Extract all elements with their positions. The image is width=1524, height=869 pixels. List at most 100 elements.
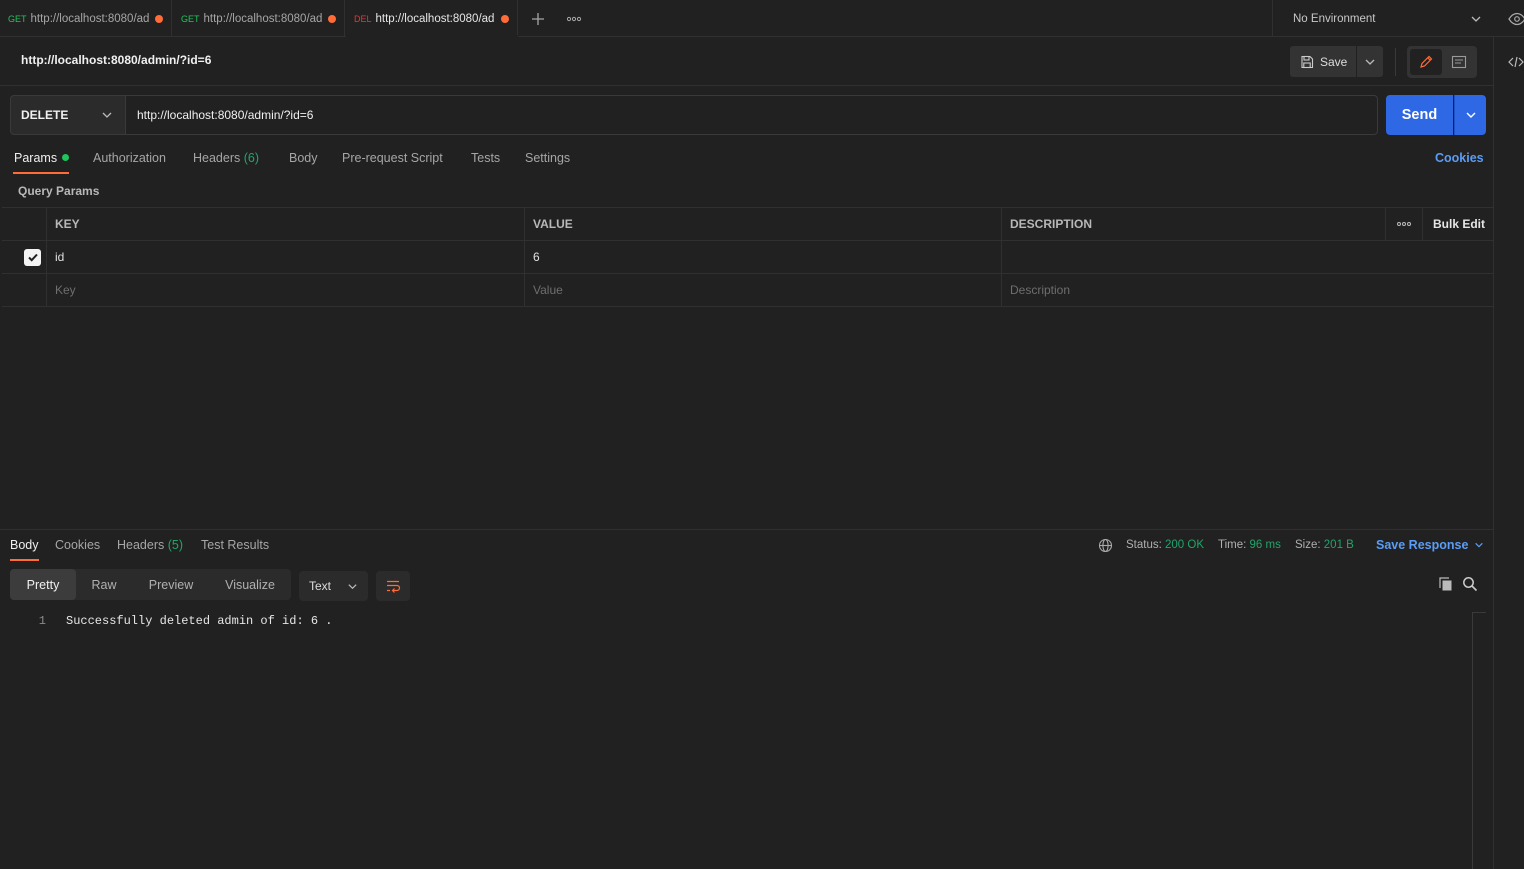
unsaved-dot	[154, 14, 163, 23]
param-value-placeholder[interactable]: Value	[525, 274, 1003, 306]
table-row-new: Key Value Description	[2, 274, 1493, 307]
edit-mode-pencil-icon[interactable]	[1410, 49, 1442, 75]
cookies-link[interactable]: Cookies	[1435, 151, 1484, 165]
param-value-cell[interactable]: 6	[525, 241, 1003, 273]
response-tab-cookies[interactable]: Cookies	[55, 538, 100, 552]
size-value: 201 B	[1323, 539, 1354, 551]
column-header-description: DESCRIPTION	[1010, 217, 1093, 231]
view-pretty-button[interactable]: Pretty	[10, 569, 76, 600]
param-description-cell[interactable]	[1002, 241, 1493, 273]
unsaved-dot	[501, 14, 509, 23]
query-params-table: KEY VALUE DESCRIPTION Bulk Edit id 6 Key…	[2, 207, 1493, 307]
tab-title: http://localhost:8080/admin/	[30, 12, 149, 25]
status-value: 200 OK	[1165, 539, 1205, 551]
tab-title: http://localhost:8080/admin/	[375, 12, 495, 25]
response-pane-divider[interactable]	[0, 529, 1493, 530]
query-params-title: Query Params	[18, 184, 100, 198]
time-value: 96 ms	[1249, 539, 1281, 551]
environment-label: No Environment	[1293, 12, 1376, 25]
line-number: 1	[38, 614, 46, 628]
param-enabled-checkbox[interactable]	[22, 241, 46, 273]
save-button[interactable]: Save	[1290, 46, 1356, 77]
column-header-value: VALUE	[533, 217, 573, 231]
view-raw-button[interactable]: Raw	[78, 569, 130, 600]
column-header-key: KEY	[55, 217, 80, 231]
save-options-dropdown[interactable]	[1357, 46, 1383, 77]
response-tab-headers[interactable]: Headers (5)	[117, 538, 183, 552]
checkmark-icon	[24, 248, 41, 266]
save-response-label: Save Response	[1376, 538, 1469, 552]
tab-authorization[interactable]: Authorization	[93, 151, 166, 175]
globe-icon[interactable]	[1098, 538, 1113, 553]
request-tab-3-active[interactable]: DEL http://localhost:8080/admin/	[346, 0, 518, 37]
more-options-icon[interactable]	[1386, 208, 1423, 240]
param-key-cell[interactable]: id	[47, 241, 525, 273]
tab-tests[interactable]: Tests	[471, 151, 500, 175]
tab-title: http://localhost:8080/admin/	[203, 12, 322, 25]
divider	[0, 85, 1493, 86]
tab-settings[interactable]: Settings	[525, 151, 570, 175]
environment-selector[interactable]: No Environment	[1272, 0, 1494, 37]
new-tab-plus-icon[interactable]	[529, 10, 547, 28]
tab-method: GET	[181, 13, 200, 24]
chevron-down-icon	[1474, 540, 1484, 550]
request-name[interactable]: http://localhost:8080/admin/?id=6	[21, 53, 211, 67]
response-tab-body[interactable]: Body	[10, 538, 39, 552]
response-headers-count: (5)	[167, 538, 184, 552]
param-description-placeholder[interactable]: Description	[1002, 274, 1493, 306]
response-headers-label: Headers	[117, 538, 165, 552]
response-body-text[interactable]: Successfully deleted admin of id: 6 .	[66, 614, 332, 628]
tab-body[interactable]: Body	[289, 151, 318, 175]
code-snippet-icon[interactable]	[1508, 54, 1524, 70]
wrap-lines-icon[interactable]	[376, 571, 410, 601]
request-tab-2[interactable]: GET http://localhost:8080/admin/	[173, 0, 345, 37]
copy-icon[interactable]	[1438, 576, 1454, 592]
tab-headers[interactable]: Headers (6)	[193, 151, 259, 175]
chevron-down-icon	[1465, 109, 1477, 121]
unsaved-dot	[327, 14, 336, 23]
divider	[1395, 48, 1396, 76]
tab-params-label: Params	[14, 151, 58, 165]
active-tab-underline	[10, 559, 39, 561]
params-active-dot	[62, 154, 70, 161]
send-button[interactable]: Send	[1386, 95, 1453, 135]
response-status[interactable]: Status: 200 OK	[1126, 539, 1204, 551]
response-format-select[interactable]: Text	[299, 571, 368, 601]
view-visualize-button[interactable]: Visualize	[212, 569, 288, 600]
save-response-button[interactable]: Save Response	[1376, 538, 1484, 552]
status-label: Status:	[1126, 539, 1162, 551]
view-preview-button[interactable]: Preview	[136, 569, 206, 600]
bulk-edit-button[interactable]: Bulk Edit	[1423, 208, 1493, 240]
response-scrollbar[interactable]	[1472, 612, 1486, 869]
environment-quick-look-eye-icon[interactable]	[1508, 10, 1524, 28]
save-label: Save	[1320, 54, 1348, 69]
url-input[interactable]	[125, 95, 1378, 135]
param-key-placeholder[interactable]: Key	[47, 274, 525, 306]
chevron-down-icon	[1470, 13, 1482, 25]
format-label: Text	[309, 579, 332, 593]
response-time[interactable]: Time: 96 ms	[1218, 539, 1281, 551]
size-label: Size:	[1295, 539, 1321, 551]
send-options-dropdown[interactable]	[1454, 95, 1486, 135]
save-disk-icon	[1300, 55, 1314, 69]
tab-headers-label: Headers	[193, 151, 241, 165]
active-tab-marker	[346, 35, 518, 37]
table-header-row: KEY VALUE DESCRIPTION Bulk Edit	[2, 208, 1493, 241]
response-tab-test-results[interactable]: Test Results	[201, 538, 269, 552]
chevron-down-icon	[1364, 56, 1376, 68]
documentation-mode-icon[interactable]	[1444, 49, 1474, 75]
chevron-down-icon	[347, 581, 358, 592]
headers-count: (6)	[243, 151, 260, 165]
active-tab-underline	[13, 172, 69, 174]
search-icon[interactable]	[1462, 576, 1478, 592]
time-label: Time:	[1218, 539, 1247, 551]
more-tabs-icon[interactable]	[565, 10, 583, 28]
tab-method: DEL	[354, 13, 372, 24]
request-tab-1[interactable]: GET http://localhost:8080/admin/	[0, 0, 172, 37]
http-method-select[interactable]: DELETE	[10, 95, 126, 135]
tab-pre-request-script[interactable]: Pre-request Script	[342, 151, 443, 175]
response-size[interactable]: Size: 201 B	[1295, 539, 1354, 551]
chevron-down-icon	[101, 109, 113, 121]
http-method-label: DELETE	[21, 108, 69, 122]
tab-method: GET	[8, 13, 27, 24]
